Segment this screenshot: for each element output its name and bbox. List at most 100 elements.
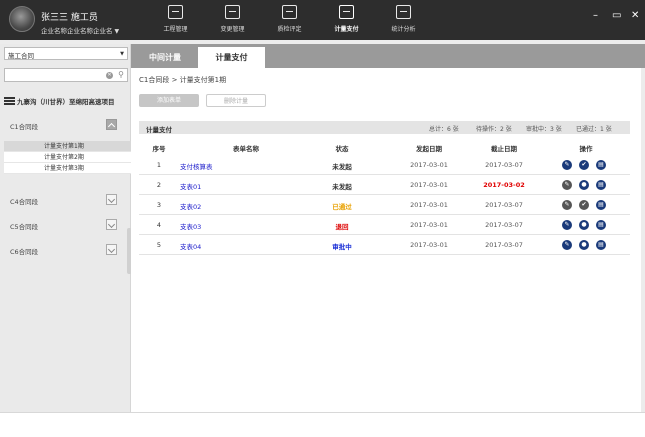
breadcrumb: C1合同段 > 计量支付第1期	[139, 76, 227, 84]
stat-total: 总计：6 张	[429, 126, 459, 133]
clear-icon[interactable]: ✕	[106, 72, 113, 79]
search-icon[interactable]: ⚲	[118, 70, 124, 79]
section-c5[interactable]: C5合同段	[0, 218, 131, 232]
start-date: 2017-03-01	[410, 201, 448, 209]
close-icon[interactable]: ✕	[631, 10, 639, 21]
nav-project[interactable]: 工程管理	[147, 0, 204, 40]
form-name-link[interactable]: 支表01	[180, 181, 290, 191]
document-icon[interactable]: ▤	[596, 220, 606, 230]
document-icon[interactable]: ▤	[596, 180, 606, 190]
edit-icon[interactable]: ✎	[562, 240, 572, 250]
col-header-end: 截止日期	[491, 145, 517, 153]
table-title: 计量支付	[146, 126, 172, 134]
status-text: 未发起	[332, 163, 352, 171]
footer-bar	[0, 412, 645, 437]
nav-change[interactable]: 变更管理	[204, 0, 261, 40]
edit-icon[interactable]: ✎	[562, 220, 572, 230]
col-header-actions: 操作	[579, 145, 593, 153]
search-input[interactable]: ✕ ⚲	[4, 68, 128, 82]
form-name-link[interactable]: 支表04	[180, 241, 290, 251]
status-text: 已通过	[332, 203, 352, 211]
add-form-button[interactable]: 添加表单	[139, 94, 199, 107]
table-row: 2 支表01 未发起 2017-03-01 2017-03-02 ✎ ● ▤	[139, 175, 630, 195]
stat-passed: 已通过：1 张	[576, 126, 612, 133]
main-nav: 工程管理 变更管理 质检评定 计量支付 统计分析	[147, 0, 432, 40]
document-icon[interactable]: ▤	[596, 200, 606, 210]
nav-label: 统计分析	[391, 26, 416, 33]
nav-payment[interactable]: 计量支付	[318, 0, 375, 40]
start-date: 2017-03-01	[410, 181, 448, 189]
nav-label: 变更管理	[220, 26, 245, 33]
tab-interim-measurement[interactable]: 中间计量	[134, 47, 196, 68]
main-panel: C1合同段 > 计量支付第1期 添加表单 删除计量 计量支付 总计：6 张 待操…	[131, 68, 641, 412]
chevron-down-icon[interactable]	[106, 244, 117, 255]
chevron-down-icon[interactable]	[106, 219, 117, 230]
chevron-up-icon[interactable]	[106, 119, 117, 130]
company-switcher[interactable]: 企业名称企业名称企业名 ▼	[41, 25, 119, 35]
edit-icon[interactable]: ✎	[562, 160, 572, 170]
section-c1[interactable]: C1合同段	[0, 118, 131, 132]
col-header-start: 发起日期	[416, 145, 442, 153]
project-icon	[168, 5, 183, 19]
top-bar: 张三三 施工员 企业名称企业名称企业名 ▼ 工程管理 变更管理 质检评定 计量支付…	[0, 0, 645, 40]
chevron-down-icon: ▼	[114, 28, 120, 35]
table-row: 1 支付核算表 未发起 2017-03-01 2017-03-07 ✎ ✔ ▤	[139, 155, 630, 175]
project-title: 九寨沟（川甘界）至绵阳高速项目	[4, 96, 131, 108]
row-number: 1	[156, 161, 162, 169]
nav-statistics[interactable]: 统计分析	[375, 0, 432, 40]
end-date: 2017-03-07	[485, 201, 523, 209]
avatar[interactable]	[9, 6, 35, 32]
document-icon[interactable]: ▤	[596, 160, 606, 170]
start-date: 2017-03-01	[410, 241, 448, 249]
submit-icon[interactable]: ●	[579, 220, 589, 230]
end-date: 2017-03-07	[485, 221, 523, 229]
status-text: 审批中	[332, 243, 352, 251]
col-header-no: 序号	[152, 145, 166, 153]
table-row: 3 支表02 已通过 2017-03-01 2017-03-07 ✎ ✔ ▤	[139, 195, 630, 215]
row-number: 4	[156, 221, 162, 229]
delete-measurement-button[interactable]: 删除计量	[206, 94, 266, 107]
form-name-link[interactable]: 支付核算表	[180, 161, 290, 171]
section-label: C6合同段	[10, 248, 39, 256]
section-label: C4合同段	[10, 198, 39, 206]
end-date: 2017-03-07	[485, 161, 523, 169]
check-icon[interactable]: ✔	[579, 200, 589, 210]
list-icon	[4, 97, 15, 105]
document-icon[interactable]: ▤	[596, 240, 606, 250]
nav-label: 工程管理	[163, 26, 188, 33]
sidebar-item-period-3[interactable]: 计量支付第3期	[4, 163, 131, 174]
section-c6[interactable]: C6合同段	[0, 243, 131, 257]
form-name-link[interactable]: 支表03	[180, 221, 290, 231]
col-header-name: 表单名称	[233, 145, 259, 153]
section-label: C5合同段	[10, 223, 39, 231]
user-name: 张三三 施工员	[41, 13, 98, 23]
project-name: 九寨沟（川甘界）至绵阳高速项目	[17, 98, 115, 106]
nav-label: 质检评定	[277, 26, 302, 33]
edit-icon[interactable]: ✎	[562, 180, 572, 190]
sidebar-item-period-2[interactable]: 计量支付第2期	[4, 152, 131, 163]
nav-inspection[interactable]: 质检评定	[261, 0, 318, 40]
status-text: 未发起	[332, 183, 352, 191]
tab-payment[interactable]: 计量支付	[198, 47, 265, 68]
submit-icon[interactable]: ●	[579, 180, 589, 190]
maximize-icon[interactable]: ▭	[612, 10, 621, 21]
sidebar-item-period-1[interactable]: 计量支付第1期	[4, 141, 131, 152]
check-icon[interactable]: ✔	[579, 160, 589, 170]
row-number: 5	[156, 241, 162, 249]
company-name: 企业名称企业名称企业名	[41, 27, 113, 35]
minimize-icon[interactable]: –	[593, 10, 598, 21]
form-name-link[interactable]: 支表02	[180, 201, 290, 211]
col-header-status: 状态	[335, 145, 349, 153]
section-c4[interactable]: C4合同段	[0, 193, 131, 207]
change-icon	[225, 5, 240, 19]
chevron-down-icon: ▼	[120, 51, 124, 57]
submit-icon[interactable]: ●	[579, 240, 589, 250]
chevron-down-icon[interactable]	[106, 194, 117, 205]
status-text: 退回	[335, 223, 349, 231]
contract-select-value: 施工合同	[8, 52, 34, 60]
stat-pending: 待操作：2 张	[476, 126, 512, 133]
end-date: 2017-03-07	[485, 241, 523, 249]
contract-type-select[interactable]: 施工合同 ▼	[4, 47, 128, 60]
edit-icon[interactable]: ✎	[562, 200, 572, 210]
start-date: 2017-03-01	[410, 221, 448, 229]
